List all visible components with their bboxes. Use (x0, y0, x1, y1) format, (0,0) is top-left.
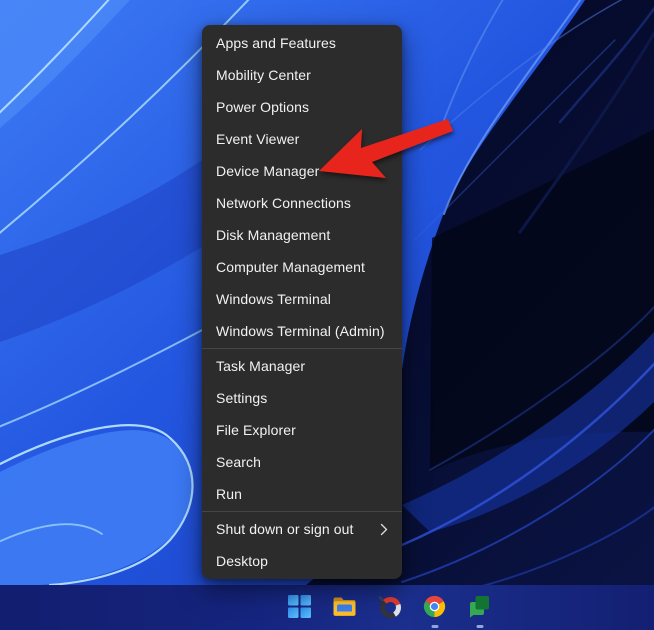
menu-item-label: Shut down or sign out (216, 521, 354, 537)
menu-item-shut-down-or-sign-out[interactable]: Shut down or sign out (202, 513, 402, 545)
desktop[interactable]: Apps and Features Mobility Center Power Op… (0, 0, 654, 630)
menu-item-label: Settings (216, 390, 267, 406)
menu-item-label: Search (216, 454, 261, 470)
green-chat-icon (467, 594, 492, 619)
menu-item-search[interactable]: Search (202, 446, 402, 478)
folder-icon (332, 594, 357, 619)
windows-start-icon (287, 594, 312, 619)
menu-item-label: Run (216, 486, 242, 502)
menu-item-label: Device Manager (216, 163, 319, 179)
menu-item-label: Event Viewer (216, 131, 299, 147)
winx-context-menu: Apps and Features Mobility Center Power Op… (202, 25, 402, 579)
menu-item-label: Network Connections (216, 195, 351, 211)
taskbar (0, 585, 654, 630)
menu-item-settings[interactable]: Settings (202, 382, 402, 414)
menu-item-run[interactable]: Run (202, 478, 402, 510)
chevron-right-icon (380, 523, 388, 536)
menu-item-label: Mobility Center (216, 67, 311, 83)
menu-item-label: Computer Management (216, 259, 365, 275)
menu-item-label: Power Options (216, 99, 309, 115)
taskbar-icon-magnifier-app[interactable] (377, 594, 402, 619)
menu-item-task-manager[interactable]: Task Manager (202, 350, 402, 382)
menu-item-mobility-center[interactable]: Mobility Center (202, 59, 402, 91)
taskbar-icon-chrome[interactable] (422, 594, 447, 619)
running-indicator (431, 625, 438, 628)
menu-item-file-explorer[interactable]: File Explorer (202, 414, 402, 446)
chrome-icon (422, 594, 447, 619)
menu-item-disk-management[interactable]: Disk Management (202, 219, 402, 251)
taskbar-icon-file-explorer[interactable] (332, 594, 357, 619)
taskbar-icon-start[interactable] (287, 594, 312, 619)
menu-item-label: Desktop (216, 553, 268, 569)
taskbar-icon-chat[interactable] (467, 594, 492, 619)
menu-item-event-viewer[interactable]: Event Viewer (202, 123, 402, 155)
menu-item-desktop[interactable]: Desktop (202, 545, 402, 577)
menu-item-label: File Explorer (216, 422, 296, 438)
menu-item-windows-terminal-admin[interactable]: Windows Terminal (Admin) (202, 315, 402, 347)
menu-item-computer-management[interactable]: Computer Management (202, 251, 402, 283)
menu-item-label: Windows Terminal (Admin) (216, 323, 385, 339)
menu-item-label: Disk Management (216, 227, 330, 243)
taskbar-icon-row (287, 594, 492, 619)
menu-item-label: Task Manager (216, 358, 305, 374)
running-indicator (476, 625, 483, 628)
menu-item-label: Windows Terminal (216, 291, 331, 307)
menu-item-label: Apps and Features (216, 35, 336, 51)
menu-item-device-manager[interactable]: Device Manager (202, 155, 402, 187)
magnifier-ring-icon (377, 594, 402, 619)
menu-item-network-connections[interactable]: Network Connections (202, 187, 402, 219)
menu-item-apps-and-features[interactable]: Apps and Features (202, 27, 402, 59)
menu-separator (202, 348, 402, 349)
menu-item-power-options[interactable]: Power Options (202, 91, 402, 123)
menu-separator (202, 511, 402, 512)
menu-item-windows-terminal[interactable]: Windows Terminal (202, 283, 402, 315)
